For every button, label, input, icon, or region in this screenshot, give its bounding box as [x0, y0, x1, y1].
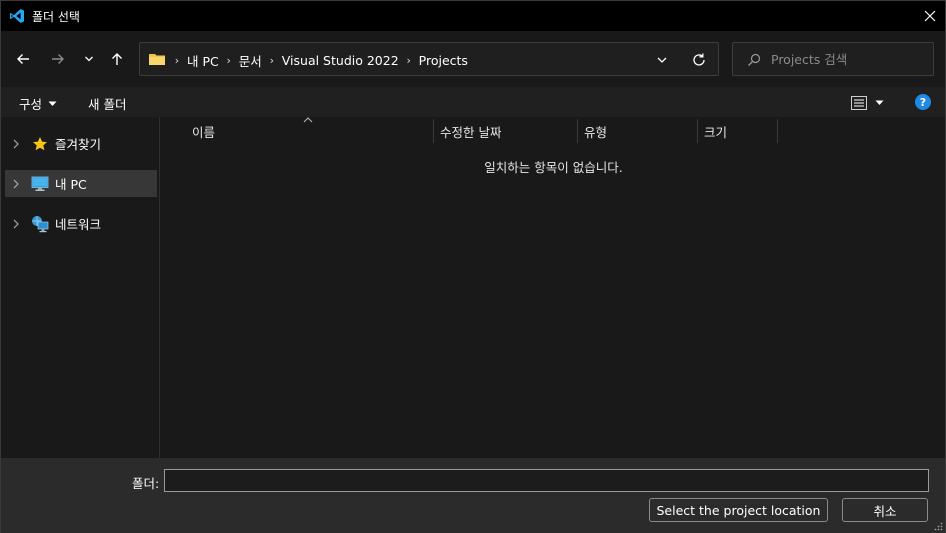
breadcrumb-documents[interactable]: 문서: [236, 51, 265, 70]
sidebar-item-label: 즐겨찾기: [55, 137, 102, 152]
breadcrumb-this-pc[interactable]: 내 PC: [184, 51, 222, 70]
network-icon: [31, 215, 49, 233]
refresh-icon[interactable]: [690, 51, 708, 69]
select-folder-button[interactable]: Select the project location: [649, 498, 828, 522]
vscode-app-icon: [10, 9, 24, 23]
chevron-right-icon[interactable]: ›: [170, 54, 184, 67]
sidebar-item-label: 내 PC: [55, 177, 87, 192]
breadcrumb-visual-studio[interactable]: Visual Studio 2022: [279, 53, 402, 68]
arrow-left-icon: [17, 54, 29, 64]
resize-grip-icon[interactable]: [933, 521, 943, 531]
column-divider[interactable]: [777, 119, 778, 143]
dialog-footer: 폴더: Select the project location 취소: [1, 458, 945, 533]
column-divider[interactable]: [577, 119, 578, 143]
column-divider[interactable]: [697, 119, 698, 143]
navigation-bar: › 내 PC › 문서 › Visual Studio 2022 › Proje…: [1, 31, 945, 87]
up-button[interactable]: [105, 47, 129, 71]
sidebar-item-label: 네트워크: [55, 217, 102, 232]
search-input[interactable]: [771, 49, 921, 69]
address-history-dropdown-icon[interactable]: [654, 52, 670, 68]
chevron-right-icon[interactable]: ›: [265, 54, 279, 67]
organize-label: 구성: [19, 97, 43, 112]
arrow-up-icon: [112, 53, 122, 65]
command-bar: 구성 새 폴더 ?: [1, 87, 945, 117]
column-header-type[interactable]: 유형: [584, 119, 696, 143]
sidebar-item-network[interactable]: 네트워크: [5, 210, 157, 237]
search-icon: [748, 53, 761, 66]
address-bar[interactable]: › 내 PC › 문서 › Visual Studio 2022 › Proje…: [139, 42, 719, 76]
forward-button[interactable]: [46, 47, 70, 71]
details-view-icon: [851, 96, 867, 110]
sidebar-item-favorites[interactable]: 즐겨찾기: [5, 130, 157, 157]
caret-down-icon: [875, 100, 884, 105]
search-box: [732, 42, 934, 76]
help-icon: ?: [919, 95, 927, 109]
pc-icon: [31, 175, 49, 193]
column-header-size[interactable]: 크기: [704, 119, 776, 143]
expand-chevron-icon[interactable]: [5, 179, 27, 189]
cancel-button[interactable]: 취소: [842, 498, 928, 522]
folder-picker-dialog: 폴더 선택 › 내 PC › 문서 › Visual Studio 2022 ›…: [0, 0, 946, 533]
caret-down-icon: [48, 101, 57, 106]
recent-locations-button[interactable]: [77, 47, 101, 71]
arrow-right-icon: [52, 54, 64, 64]
window-title: 폴더 선택: [32, 10, 80, 24]
close-icon: [924, 10, 936, 22]
expand-chevron-icon[interactable]: [5, 219, 27, 229]
navigation-pane: 즐겨찾기 내 PC 네트워크: [1, 117, 160, 458]
organize-menu-button[interactable]: 구성: [19, 94, 57, 113]
empty-state-message: 일치하는 항목이 없습니다.: [484, 160, 623, 175]
folder-field-label: 폴더:: [132, 476, 160, 491]
breadcrumb: › 내 PC › 문서 › Visual Studio 2022 › Proje…: [170, 51, 471, 70]
chevron-down-icon: [85, 56, 93, 62]
help-button[interactable]: ?: [915, 94, 931, 110]
folder-name-field[interactable]: [164, 469, 929, 492]
column-divider[interactable]: [433, 119, 434, 143]
column-header-name[interactable]: 이름: [192, 119, 432, 143]
new-folder-button[interactable]: 새 폴더: [88, 94, 126, 113]
chevron-right-icon[interactable]: ›: [402, 54, 416, 67]
star-icon: [31, 135, 49, 153]
breadcrumb-projects[interactable]: Projects: [416, 53, 471, 68]
view-options-button[interactable]: [851, 94, 891, 112]
column-header-date-modified[interactable]: 수정한 날짜: [440, 119, 576, 143]
expand-chevron-icon[interactable]: [5, 139, 27, 149]
file-list-view: 이름 수정한 날짜 유형 크기 일치하는 항목이 없습니다.: [162, 117, 945, 458]
sidebar-item-this-pc[interactable]: 내 PC: [5, 170, 157, 197]
title-bar: 폴더 선택: [1, 1, 945, 31]
back-button[interactable]: [11, 47, 35, 71]
close-button[interactable]: [915, 1, 945, 31]
chevron-right-icon[interactable]: ›: [222, 54, 236, 67]
folder-icon: [149, 54, 165, 65]
